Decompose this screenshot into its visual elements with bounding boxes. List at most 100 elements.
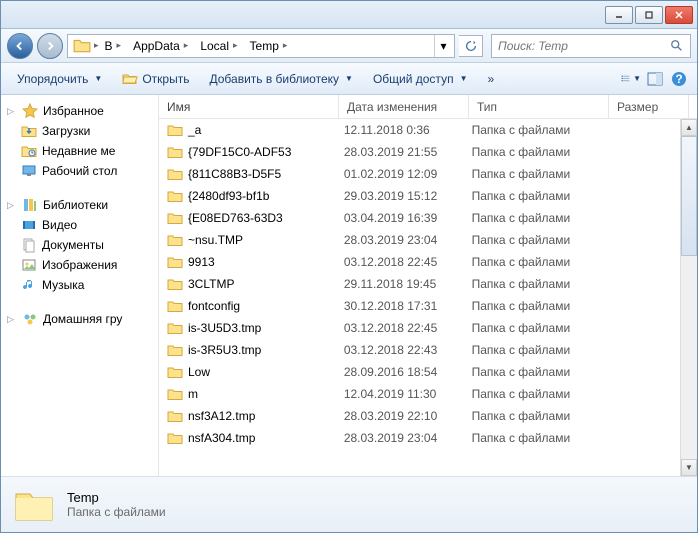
file-name: 9913 [188,255,215,269]
file-type: Папка с файлами [464,431,602,445]
desktop-icon [21,163,37,179]
file-type: Папка с файлами [464,233,602,247]
file-type: Папка с файлами [464,167,602,181]
file-row[interactable]: m12.04.2019 11:30Папка с файлами [159,383,680,405]
scroll-thumb[interactable] [681,136,697,256]
breadcrumb[interactable]: ▸ B▸ AppData▸ Local▸ Temp▸ ▾ [67,34,455,58]
column-date[interactable]: Дата изменения [339,95,469,118]
pictures-icon [21,257,37,273]
file-row[interactable]: {E08ED763-63D303.04.2019 16:39Папка с фа… [159,207,680,229]
file-row[interactable]: {811C88B3-D5F501.02.2019 12:09Папка с фа… [159,163,680,185]
preview-pane-button[interactable] [645,69,665,89]
file-row[interactable]: _a12.11.2018 0:36Папка с файлами [159,119,680,141]
file-row[interactable]: Low28.09.2016 18:54Папка с файлами [159,361,680,383]
sidebar-item-downloads[interactable]: Загрузки [3,121,156,141]
column-name[interactable]: Имя [159,95,339,118]
file-row[interactable]: fontconfig30.12.2018 17:31Папка с файлам… [159,295,680,317]
file-type: Папка с файлами [464,123,602,137]
file-row[interactable]: ~nsu.TMP28.03.2019 23:04Папка с файлами [159,229,680,251]
minimize-button[interactable] [605,6,633,24]
file-row[interactable]: nsfA304.tmp 28.03.2019 23:04Папка с файла… [159,427,680,449]
file-row[interactable]: is-3U5D3.tmp03.12.2018 22:45Папка с файл… [159,317,680,339]
sidebar-item-desktop[interactable]: Рабочий стол [3,161,156,181]
file-type: Папка с файлами [464,255,602,269]
scrollbar[interactable]: ▲ ▼ [680,119,697,476]
sidebar-libraries-header[interactable]: ▷ Библиотеки [3,195,156,215]
scroll-down-button[interactable]: ▼ [681,459,697,476]
file-name: fontconfig [188,299,240,313]
help-button[interactable]: ? [669,69,689,89]
file-name: {811C88B3-D5F5 [188,167,281,181]
file-name: m [188,387,198,401]
view-options-button[interactable]: ▼ [621,69,641,89]
breadcrumb-dropdown[interactable]: ▾ [434,35,452,57]
file-rows: _a12.11.2018 0:36Папка с файлами {79DF15C… [159,119,680,476]
details-type: Папка с файлами [67,505,166,519]
details-name: Temp [67,490,166,505]
organize-button[interactable]: Упорядочить▼ [9,69,110,89]
folder-icon [73,37,91,55]
star-icon [22,103,38,119]
file-row[interactable]: {2480df93-bf1b29.03.2019 15:12Папка с фа… [159,185,680,207]
sidebar-homegroup-header[interactable]: ▷ Домашняя гру [3,309,156,329]
file-name: _a [188,123,201,137]
expand-icon: ▷ [7,200,17,211]
file-name: Low [188,365,210,379]
open-button[interactable]: Открыть [114,69,197,89]
column-size[interactable]: Размер [609,95,689,118]
sidebar-favorites-header[interactable]: ▷ Избранное [3,101,156,121]
close-button[interactable] [665,6,693,24]
file-date: 03.12.2018 22:45 [336,321,464,335]
sidebar-item-video[interactable]: Видео [3,215,156,235]
column-type[interactable]: Тип [469,95,609,118]
add-to-library-button[interactable]: Добавить в библиотеку▼ [201,69,360,89]
file-type: Папка с файлами [464,409,602,423]
file-name: {79DF15C0-ADF53 [188,145,291,159]
sidebar-item-pictures[interactable]: Изображения [3,255,156,275]
explorer-window: ▸ B▸ AppData▸ Local▸ Temp▸ ▾ Упорядочить… [0,0,698,533]
sidebar-item-music[interactable]: Музыка [3,275,156,295]
file-date: 28.03.2019 21:55 [336,145,464,159]
documents-icon [21,237,37,253]
file-row[interactable]: {79DF15C0-ADF5328.03.2019 21:55Папка с ф… [159,141,680,163]
sidebar-item-documents[interactable]: Документы [3,235,156,255]
file-list: Имя Дата изменения Тип Размер _a12.11.20… [159,95,697,476]
breadcrumb-segment[interactable]: Local▸ [194,35,243,57]
search-box[interactable] [491,34,691,58]
more-button[interactable]: » [479,69,502,89]
file-type: Папка с файлами [464,299,602,313]
breadcrumb-segment[interactable]: Temp▸ [244,35,294,57]
scroll-up-button[interactable]: ▲ [681,119,697,136]
svg-text:?: ? [675,72,682,86]
forward-button[interactable] [37,33,63,59]
file-row[interactable]: 9913 03.12.2018 22:45Папка с файлами [159,251,680,273]
file-type: Папка с файлами [464,365,602,379]
file-row[interactable]: 3CLTMP29.11.2018 19:45Папка с файлами [159,273,680,295]
homegroup-icon [22,311,38,327]
file-row[interactable]: is-3R5U3.tmp03.12.2018 22:43Папка с файл… [159,339,680,361]
libraries-icon [22,197,38,213]
file-date: 03.12.2018 22:45 [336,255,464,269]
file-name: nsf3A12.tmp [188,409,255,423]
search-input[interactable] [498,39,670,53]
file-type: Папка с файлами [464,343,602,357]
back-button[interactable] [7,33,33,59]
file-name: is-3R5U3.tmp [188,343,261,357]
sidebar-item-recent[interactable]: Недавние ме [3,141,156,161]
file-row[interactable]: nsf3A12.tmp 28.03.2019 22:10Папка с файла… [159,405,680,427]
file-date: 28.03.2019 23:04 [336,431,464,445]
file-name: nsfA304.tmp [188,431,255,445]
file-type: Папка с файлами [464,211,602,225]
file-date: 12.04.2019 11:30 [336,387,464,401]
video-icon [21,217,37,233]
file-date: 28.03.2019 22:10 [336,409,464,423]
breadcrumb-segment[interactable]: AppData▸ [127,35,194,57]
file-name: 3CLTMP [188,277,234,291]
share-button[interactable]: Общий доступ▼ [365,69,476,89]
column-headers: Имя Дата изменения Тип Размер [159,95,697,119]
breadcrumb-segment[interactable]: B▸ [99,35,128,57]
folder-open-icon [122,72,138,86]
refresh-button[interactable] [459,35,483,57]
toolbar: Упорядочить▼ Открыть Добавить в библиоте… [1,63,697,95]
maximize-button[interactable] [635,6,663,24]
